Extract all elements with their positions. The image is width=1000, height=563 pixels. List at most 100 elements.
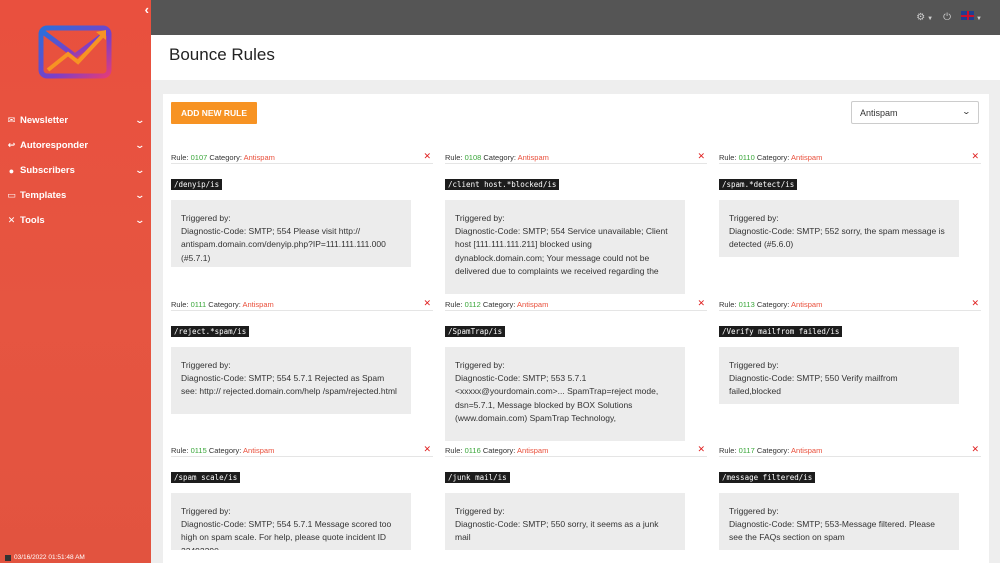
rule-message: Diagnostic-Code: SMTP; 553 5.7.1 <xxxxx@… xyxy=(455,373,659,423)
category-label: Category: xyxy=(482,300,516,309)
rule-header: Rule: 0113 Category: Antispam ✕ xyxy=(719,297,981,311)
sidebar: ‹ ✉ Newsletter ⌄ ↩ Autoresponder ⌄ ● Sub… xyxy=(0,0,151,563)
delete-icon[interactable]: ✕ xyxy=(971,298,979,309)
timestamp-text: 03/16/2022 01:51:48 AM xyxy=(14,554,85,561)
rule-pattern: /reject.*spam/is xyxy=(171,326,250,337)
rule-id: 0117 xyxy=(738,446,755,455)
rule-label: Rule: xyxy=(719,300,737,309)
rule-id: 0116 xyxy=(464,446,481,455)
rule-pattern: /Verify mailfrom failed/is xyxy=(719,326,843,337)
rule-label: Rule: xyxy=(445,300,463,309)
rule-label: Rule: xyxy=(445,446,463,455)
tools-icon: ✕ xyxy=(7,215,16,225)
rule-message-box: Triggered by: Diagnostic-Code: SMTP; 554 … xyxy=(445,200,685,294)
rule-category: Antispam xyxy=(242,300,274,309)
chevron-down-icon: ⌄ xyxy=(134,190,146,200)
category-label: Category: xyxy=(483,153,516,162)
rule-id: 0113 xyxy=(738,300,755,309)
add-new-rule-button[interactable]: ADD NEW RULE xyxy=(171,102,257,124)
rule-label: Rule: xyxy=(719,153,737,162)
sidebar-item-tools[interactable]: ✕ Tools ⌄ xyxy=(0,208,151,233)
chevron-left-icon[interactable]: ‹ xyxy=(145,2,149,17)
triggered-label: Triggered by: xyxy=(455,213,505,223)
rule-header: Rule: 0111 Category: Antispam ✕ xyxy=(171,297,433,311)
rule-pattern: /message filtered/is xyxy=(719,472,816,483)
rule-category: Antispam xyxy=(791,300,823,309)
rule-header: Rule: 0110 Category: Antispam ✕ xyxy=(719,150,981,164)
reply-icon: ↩ xyxy=(7,140,16,150)
rule-label: Rule: xyxy=(445,153,463,162)
category-label: Category: xyxy=(756,153,790,162)
category-select[interactable]: Antispam ⌄ xyxy=(851,101,979,124)
sidebar-item-newsletter[interactable]: ✉ Newsletter ⌄ xyxy=(0,108,151,133)
sidebar-item-templates[interactable]: ▭ Templates ⌄ xyxy=(0,183,151,208)
clock-icon xyxy=(5,554,11,561)
delete-icon[interactable]: ✕ xyxy=(423,444,431,455)
delete-icon[interactable]: ✕ xyxy=(423,298,431,309)
users-icon: ● xyxy=(8,165,15,176)
chevron-down-icon: ⌄ xyxy=(134,165,146,175)
page-title: Bounce Rules xyxy=(169,45,275,64)
delete-icon[interactable]: ✕ xyxy=(697,151,705,162)
rule-header: Rule: 0116 Category: Antispam ✕ xyxy=(445,443,707,457)
category-label: Category: xyxy=(756,446,790,455)
delete-icon[interactable]: ✕ xyxy=(971,444,979,455)
logo xyxy=(38,25,112,79)
chevron-down-icon: ⌄ xyxy=(134,215,146,225)
sidebar-menu: ✉ Newsletter ⌄ ↩ Autoresponder ⌄ ● Subsc… xyxy=(0,108,151,233)
sidebar-item-subscribers[interactable]: ● Subscribers ⌄ xyxy=(0,158,151,183)
rule-label: Rule: xyxy=(171,300,189,309)
rule-id: 0112 xyxy=(464,300,481,309)
delete-icon[interactable]: ✕ xyxy=(971,151,979,162)
sidebar-item-autoresponder[interactable]: ↩ Autoresponder ⌄ xyxy=(0,133,151,158)
rule-card: Rule: 0107 Category: Antispam ✕ /denyip/is… xyxy=(171,150,433,267)
rule-message-box: Triggered by: Diagnostic-Code: SMTP; 550 … xyxy=(445,493,685,550)
rule-header: Rule: 0112 Category: Antispam ✕ xyxy=(445,297,707,311)
rule-message: Diagnostic-Code: SMTP; 554 Service unava… xyxy=(455,226,668,276)
category-label: Category: xyxy=(482,446,516,455)
rule-category: Antispam xyxy=(517,300,549,309)
category-select-value: Antispam xyxy=(860,107,898,118)
rule-message: Diagnostic-Code: SMTP; 553-Message filte… xyxy=(729,519,935,543)
category-label: Category: xyxy=(208,300,241,309)
power-icon[interactable]: ⏻ xyxy=(943,12,951,23)
rule-message: Diagnostic-Code: SMTP; 552 sorry, the sp… xyxy=(729,226,945,250)
delete-icon[interactable]: ✕ xyxy=(423,151,431,162)
triggered-label: Triggered by: xyxy=(729,506,779,516)
rule-card: Rule: 0111 Category: Antispam ✕ /reject.*s… xyxy=(171,297,433,414)
rule-label: Rule: xyxy=(171,153,189,162)
rule-message-box: Triggered by: Diagnostic-Code: SMTP; 550 … xyxy=(719,347,959,404)
category-label: Category: xyxy=(209,153,242,162)
rule-header: Rule: 0108 Category: Antispam ✕ xyxy=(445,150,707,164)
template-icon: ▭ xyxy=(7,190,16,200)
delete-icon[interactable]: ✕ xyxy=(697,444,705,455)
language-selector[interactable]: ▼ xyxy=(961,11,982,23)
rule-category: Antispam xyxy=(243,446,275,455)
rule-pattern: /SpamTrap/is xyxy=(445,326,506,337)
rule-category: Antispam xyxy=(243,153,275,162)
rule-card: Rule: 0117 Category: Antispam ✕ /message f… xyxy=(719,443,981,550)
gear-icon[interactable]: ⚙ ▼ xyxy=(916,12,933,23)
rule-pattern: /denyip/is xyxy=(171,179,223,190)
rule-pattern: /spam scale/is xyxy=(171,472,241,483)
top-bar: ⚙ ▼ ⏻ ▼ xyxy=(151,0,1000,35)
delete-icon[interactable]: ✕ xyxy=(697,298,705,309)
rule-message: Diagnostic-Code: SMTP; 554 Please visit … xyxy=(181,226,386,263)
rule-category: Antispam xyxy=(791,446,823,455)
rule-message-box: Triggered by: Diagnostic-Code: SMTP; 554 … xyxy=(171,200,411,267)
rule-pattern: /client host.*blocked/is xyxy=(445,179,560,190)
rule-message-box: Triggered by: Diagnostic-Code: SMTP; 554 … xyxy=(171,347,411,414)
content-panel: ADD NEW RULE Antispam ⌄ Rule: 0107 Categ… xyxy=(163,94,989,563)
rule-id: 0115 xyxy=(190,446,207,455)
rule-category: Antispam xyxy=(791,153,823,162)
timestamp: 03/16/2022 01:51:48 AM xyxy=(5,554,85,561)
rule-message-box: Triggered by: Diagnostic-Code: SMTP; 553 … xyxy=(445,347,685,441)
rule-category: Antispam xyxy=(517,446,549,455)
triggered-label: Triggered by: xyxy=(455,360,505,370)
sidebar-item-label: Subscribers xyxy=(20,165,75,176)
category-label: Category: xyxy=(208,446,242,455)
rule-id: 0108 xyxy=(464,153,482,162)
rule-id: 0107 xyxy=(190,153,208,162)
rule-message: Diagnostic-Code: SMTP; 554 5.7.1 Rejecte… xyxy=(181,373,397,397)
rule-label: Rule: xyxy=(719,446,737,455)
